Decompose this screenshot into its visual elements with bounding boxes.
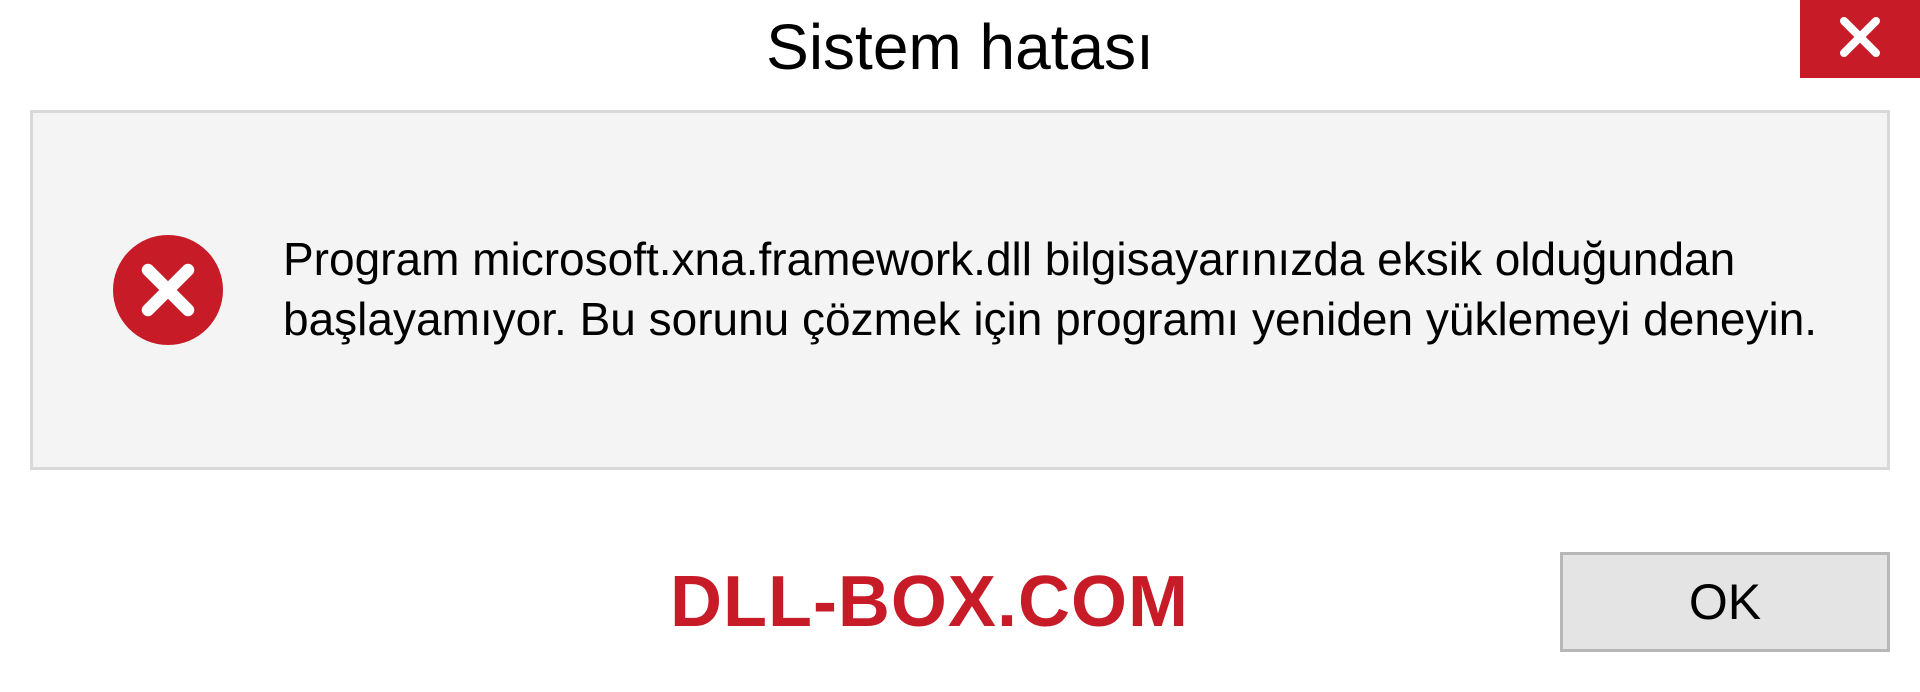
dialog-title: Sistem hatası (766, 10, 1154, 84)
dialog-footer: DLL-BOX.COM OK (30, 542, 1890, 662)
error-message: Program microsoft.xna.framework.dll bilg… (283, 230, 1827, 350)
watermark-text: DLL-BOX.COM (670, 561, 1189, 643)
close-icon (1836, 13, 1884, 66)
close-button[interactable] (1800, 0, 1920, 78)
message-panel: Program microsoft.xna.framework.dll bilg… (30, 110, 1890, 470)
dialog-titlebar: Sistem hatası (0, 0, 1920, 100)
ok-button[interactable]: OK (1560, 552, 1890, 652)
error-icon (113, 235, 223, 345)
